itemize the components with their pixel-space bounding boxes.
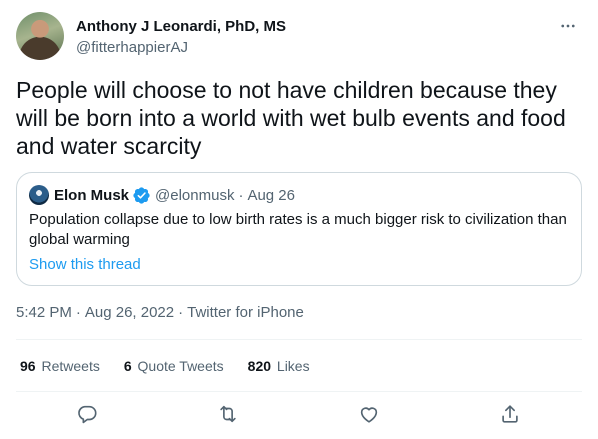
author-avatar[interactable] [16, 12, 64, 60]
likes-label: Likes [276, 358, 310, 374]
quote-tweets-label: Quote Tweets [137, 358, 224, 374]
show-thread-link[interactable]: Show this thread [29, 255, 141, 275]
tweet-time[interactable]: 5:42 PM [16, 304, 72, 321]
quote-tweets-stat[interactable]: 6 Quote Tweets [124, 356, 224, 376]
meta-separator: · [75, 304, 81, 321]
divider [16, 391, 582, 392]
like-button[interactable] [358, 403, 382, 427]
share-icon [502, 405, 518, 423]
meta-separator: · [178, 304, 184, 321]
more-horizontal-icon [561, 24, 575, 28]
quote-tweets-count: 6 [123, 358, 132, 374]
tweet-text: People will choose to not have children … [16, 77, 566, 159]
verified-badge-icon [132, 186, 151, 205]
reply-button[interactable] [76, 403, 100, 427]
quoted-author-name: Elon Musk [54, 186, 130, 204]
share-button[interactable] [499, 403, 523, 427]
tweet-date[interactable]: Aug 26, 2022 [85, 304, 174, 321]
quoted-separator: · [238, 186, 244, 204]
retweets-stat[interactable]: 96 Retweets [20, 356, 100, 376]
quoted-date: Aug 26 [247, 186, 295, 204]
more-options-button[interactable] [554, 16, 582, 36]
tweet-header: Anthony J Leonardi, PhD, MS @fitterhappi… [16, 12, 582, 60]
retweets-count: 96 [20, 358, 36, 374]
retweet-icon [220, 405, 236, 423]
quoted-author-handle: @elonmusk [155, 186, 235, 204]
tweet-source[interactable]: Twitter for iPhone [187, 304, 304, 321]
likes-count: 820 [247, 358, 272, 374]
like-icon [360, 407, 378, 423]
divider [16, 339, 582, 340]
quoted-tweet-card[interactable]: Elon Musk @elonmusk · Aug 26 Population … [16, 172, 582, 286]
quoted-tweet-header: Elon Musk @elonmusk · Aug 26 [29, 185, 295, 205]
tweet-metadata: 5:42 PM · Aug 26, 2022 · Twitter for iPhone [16, 303, 304, 323]
likes-stat[interactable]: 820 Likes [248, 356, 310, 376]
retweets-label: Retweets [41, 358, 100, 374]
engagement-stats: 96 Retweets 6 Quote Tweets 820 Likes [16, 356, 330, 376]
retweet-button[interactable] [217, 403, 241, 427]
tweet-actions [16, 399, 582, 431]
reply-icon [78, 405, 97, 424]
quoted-author-avatar [29, 185, 49, 205]
author-handle[interactable]: @fitterhappierAJ [76, 38, 188, 58]
author-display-name[interactable]: Anthony J Leonardi, PhD, MS [76, 17, 286, 37]
quoted-tweet-text: Population collapse due to low birth rat… [29, 211, 567, 248]
